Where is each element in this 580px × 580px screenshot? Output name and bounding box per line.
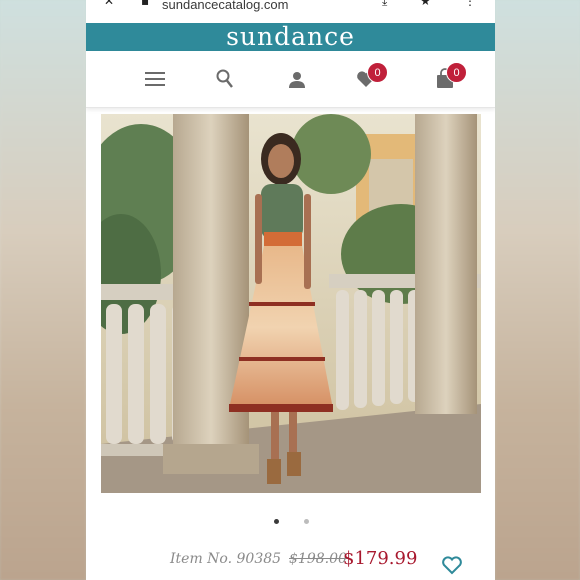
- sale-price: $179.99: [343, 548, 418, 569]
- background-blur-right: [495, 0, 580, 580]
- site-info-icon[interactable]: ▪: [141, 0, 149, 8]
- close-icon[interactable]: ✕: [104, 0, 114, 8]
- browser-url-bar[interactable]: ✕ ▪ sundancecatalog.com ⤓ ★ ⋮: [86, 0, 495, 20]
- url-text[interactable]: sundancecatalog.com: [162, 0, 288, 12]
- search-icon[interactable]: [214, 68, 238, 92]
- product-image[interactable]: [101, 114, 481, 493]
- user-icon[interactable]: [286, 68, 310, 92]
- heart-outline-icon[interactable]: [441, 554, 463, 576]
- download-icon[interactable]: ⤓: [382, 0, 387, 9]
- carousel-dot-1[interactable]: [274, 519, 279, 524]
- bookmark-star-icon[interactable]: ★: [420, 0, 431, 8]
- phone-screen: ✕ ▪ sundancecatalog.com ⤓ ★ ⋮ sundance 0…: [86, 0, 495, 580]
- carousel-indicator: [86, 519, 495, 527]
- site-logo[interactable]: sundance: [226, 23, 355, 51]
- cart-count-badge: 0: [446, 62, 467, 83]
- background-blur-left: [0, 0, 86, 580]
- main-navbar: 0 0: [86, 51, 495, 108]
- original-price: $198.00: [289, 551, 347, 567]
- shopping-bag-icon[interactable]: 0: [434, 62, 467, 92]
- more-options-icon[interactable]: ⋮: [464, 0, 476, 8]
- heart-icon[interactable]: 0: [355, 62, 388, 92]
- site-header-banner: sundance: [86, 23, 495, 51]
- hamburger-menu-icon[interactable]: [144, 68, 168, 92]
- wishlist-count-badge: 0: [367, 62, 388, 83]
- carousel-dot-2[interactable]: [304, 519, 309, 524]
- item-number: Item No. 90385: [170, 551, 282, 567]
